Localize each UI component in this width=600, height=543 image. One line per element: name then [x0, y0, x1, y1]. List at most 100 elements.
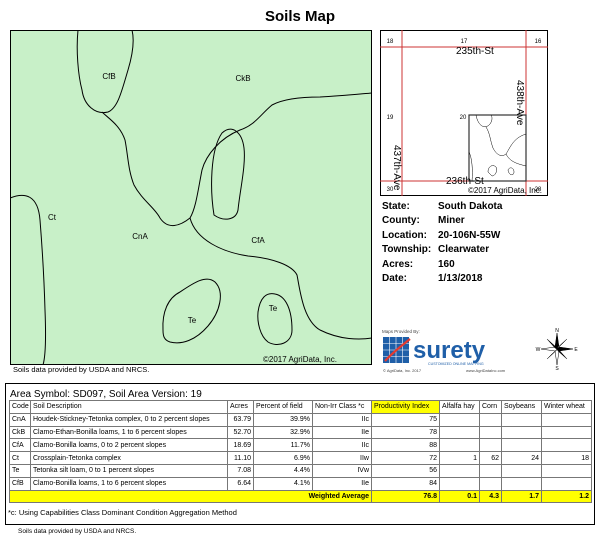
soil-label-Te-1: Te — [188, 316, 197, 325]
col-header: Code — [9, 400, 31, 414]
info-row-state: State: South Dakota — [382, 200, 502, 214]
footnote: *c: Using Capabilities Class Dominant Co… — [8, 508, 237, 517]
section-16: 16 — [535, 39, 542, 45]
weighted-average-label: Weighted Average — [9, 489, 372, 504]
table-cell — [541, 412, 592, 427]
soil-label-CnA: CnA — [132, 232, 148, 241]
table-cell: 78 — [371, 425, 440, 440]
table-cell: IIw — [312, 451, 372, 465]
table-cell: 11.10 — [227, 451, 254, 465]
info-row-township: Township: Clearwater — [382, 243, 502, 257]
map-frame — [10, 30, 372, 365]
col-header: Soybeans — [501, 400, 542, 414]
table-cell — [479, 425, 502, 440]
weighted-alfalfa: 0.1 — [439, 489, 480, 504]
field-info: State: South Dakota County: Miner Location… — [382, 200, 502, 286]
table-cell: 4.4% — [253, 463, 313, 478]
table-cell — [439, 438, 480, 453]
table-cell — [541, 476, 592, 491]
info-row-county: County: Miner — [382, 214, 502, 228]
table-cell: Houdek-Stickney-Tetonka complex, 0 to 2 … — [30, 412, 228, 427]
col-header: Percent of field — [253, 400, 313, 414]
table-cell: 6.64 — [227, 476, 254, 491]
info-row-location: Location: 20-106N-55W — [382, 229, 502, 243]
surety-url: www.AgriDataInc.com — [466, 368, 506, 373]
table-cell: 75 — [371, 412, 440, 427]
col-header: Corn — [479, 400, 502, 414]
table-row: CfB Clamo-Bonilla loams, 1 to 6 percent s… — [9, 476, 592, 491]
info-value: Miner — [438, 215, 465, 227]
table-cell — [541, 425, 592, 440]
section-18: 18 — [387, 39, 394, 45]
info-value: 1/13/2018 — [438, 272, 483, 284]
table-cell: CnA — [9, 412, 31, 427]
usda-credit: Soils data provided by USDA and NRCS. — [13, 365, 150, 374]
section-19: 19 — [387, 115, 394, 121]
col-header: Acres — [227, 400, 254, 414]
table-cell: 39.9% — [253, 412, 313, 427]
table-cell: CkB — [9, 425, 31, 440]
table-cell: Te — [9, 463, 31, 478]
table-cell — [501, 463, 542, 478]
table-cell — [479, 438, 502, 453]
locator-map[interactable]: 18 17 16 19 20 30 28 235th-St 236th-St 4… — [380, 30, 548, 196]
table-cell: 84 — [371, 476, 440, 491]
info-value: 160 — [438, 258, 455, 270]
table-cell: IVw — [312, 463, 372, 478]
weighted-corn: 4.3 — [479, 489, 502, 504]
compass-rose-icon: N S E W — [536, 328, 579, 371]
info-value: Clearwater — [438, 244, 490, 256]
info-row-acres: Acres: 160 — [382, 258, 502, 272]
soil-label-CfA: CfA — [251, 236, 265, 245]
table-cell — [439, 476, 480, 491]
col-header: Non-Irr Class *c — [312, 400, 372, 414]
table-cell: IIe — [312, 476, 372, 491]
table-cell: 32.9% — [253, 425, 313, 440]
soil-label-Te-2: Te — [269, 304, 278, 313]
table-cell: Ct — [9, 451, 31, 465]
table-cell: IIc — [312, 412, 372, 427]
weighted-average-row: Weighted Average 76.8 0.1 4.3 1.7 1.2 — [9, 489, 592, 504]
soil-label-Ct: Ct — [48, 213, 57, 222]
maps-provided-by: Maps Provided By: — [382, 329, 420, 334]
soil-legend: Area Symbol: SD097, Soil Area Version: 1… — [5, 383, 595, 525]
weighted-pi: 76.8 — [371, 489, 440, 504]
weighted-wheat: 1.2 — [541, 489, 592, 504]
info-label: Acres: — [382, 258, 414, 270]
table-cell: 72 — [371, 451, 440, 465]
page-title: Soils Map — [264, 8, 335, 25]
table-cell: CfA — [9, 438, 31, 453]
table-row: CkB Clamo-Ethan-Bonilla loams, 1 to 6 per… — [9, 425, 592, 440]
road-label-437th-ave: 437th-Ave — [391, 145, 402, 191]
info-value: 20-106N-55W — [438, 229, 501, 241]
table-cell: Tetonka silt loam, 0 to 1 percent slopes — [30, 463, 228, 478]
surety-logo[interactable]: Maps Provided By: surety CUSTOMIZED ONLI… — [382, 327, 522, 375]
soils-map[interactable]: CfB CkB Ct CnA CfA Te Te — [10, 30, 372, 365]
table-cell: 88 — [371, 438, 440, 453]
table-cell: 18 — [541, 451, 592, 465]
table-cell — [439, 412, 480, 427]
info-row-date: Date: 1/13/2018 — [382, 272, 502, 286]
table-cell — [541, 463, 592, 478]
col-header: Alfalfa hay — [439, 400, 480, 414]
road-label-235th-st: 235th-St — [456, 46, 494, 57]
table-cell — [501, 438, 542, 453]
info-value: South Dakota — [438, 201, 503, 212]
table-cell — [439, 425, 480, 440]
info-label: Date: — [382, 272, 408, 284]
table-cell — [479, 476, 502, 491]
map-credit: ©2017 AgriData, Inc. — [263, 355, 337, 364]
table-row: CfA Clamo-Bonilla loams, 0 to 2 percent s… — [9, 438, 592, 453]
surety-tagline: CUSTOMIZED ONLINE MAPPING — [428, 362, 484, 366]
road-label-438th-ave: 438th-Ave — [514, 80, 525, 126]
table-cell: IIc — [312, 438, 372, 453]
table-header: Code Soil Description Acres Percent of f… — [9, 400, 592, 414]
table-cell: 56 — [371, 463, 440, 478]
info-label: Location: — [382, 229, 427, 241]
table-cell — [501, 476, 542, 491]
table-cell: 7.08 — [227, 463, 254, 478]
table-cell: 52.70 — [227, 425, 254, 440]
usda-credit-footer: Soils data provided by USDA and NRCS. — [18, 528, 137, 535]
col-header: Productivity Index — [371, 400, 440, 414]
table-cell: 1 — [439, 451, 480, 465]
